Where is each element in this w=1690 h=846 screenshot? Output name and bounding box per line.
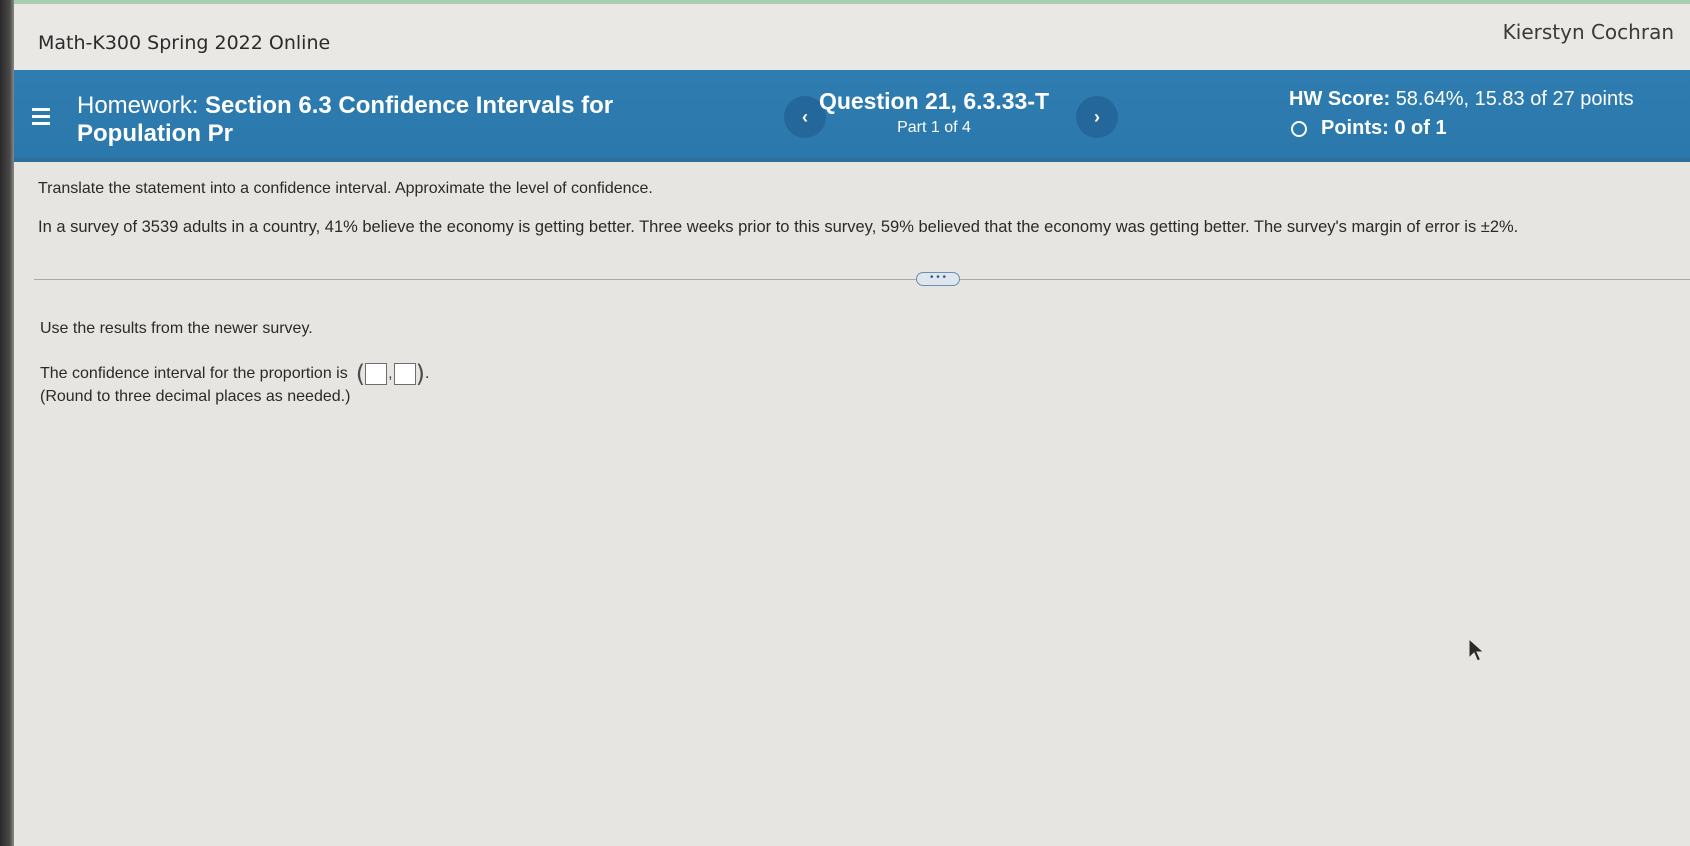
part-instruction: Use the results from the newer survey. [40, 320, 313, 337]
interval-comma: , [388, 365, 393, 382]
hw-score-label: HW Score: [1289, 88, 1391, 110]
answer-period: . [424, 365, 430, 382]
question-part: Part 1 of 4 [897, 119, 971, 136]
question-title: Question 21, 6.3.33-T [818, 88, 1050, 114]
chevron-right-icon: › [1094, 106, 1100, 127]
mouse-cursor-icon [1468, 638, 1485, 662]
score-info: HW Score: 58.64%, 15.83 of 27 points Poi… [1289, 88, 1689, 140]
rounding-note: (Round to three decimal places as needed… [40, 388, 351, 405]
section-divider [34, 279, 1690, 280]
user-name[interactable]: Kierstyn Cochran [1503, 20, 1674, 44]
next-question-button[interactable]: › [1076, 96, 1118, 138]
close-parenthesis: ) [415, 360, 425, 388]
question-info: Question 21, 6.3.33-T Part 1 of 4 [804, 88, 1064, 137]
answer-line: The confidence interval for the proporti… [40, 362, 429, 386]
lower-bound-input[interactable] [365, 363, 388, 385]
circle-status-icon [1291, 120, 1307, 137]
points-line: Points: 0 of 1 [1289, 117, 1689, 140]
homework-title: Homework: Section 6.3 Confidence Interva… [77, 92, 697, 148]
top-bar: Math-K300 Spring 2022 Online Kierstyn Co… [14, 0, 1690, 70]
hamburger-menu-icon[interactable] [32, 108, 50, 126]
screen-bezel [0, 0, 14, 846]
points-value: 0 of 1 [1394, 117, 1447, 139]
hw-score: HW Score: 58.64%, 15.83 of 27 points [1289, 88, 1689, 111]
points-label: Points: [1321, 117, 1389, 139]
problem-instruction: Translate the statement into a confidenc… [38, 180, 653, 197]
open-parenthesis: ( [355, 360, 366, 388]
hw-score-value: 58.64%, 15.83 of 27 points [1395, 88, 1634, 110]
course-title[interactable]: Math-K300 Spring 2022 Online [38, 32, 330, 54]
answer-prefix: The confidence interval for the proporti… [40, 365, 348, 382]
homework-header-bar: Homework: Section 6.3 Confidence Interva… [14, 70, 1690, 162]
upper-bound-input[interactable] [393, 363, 416, 385]
problem-statement: In a survey of 3539 adults in a country,… [38, 218, 1519, 236]
question-content: Translate the statement into a confidenc… [14, 162, 1690, 846]
homework-label: Homework: [77, 92, 199, 119]
expand-more-button[interactable]: • • • [916, 272, 960, 286]
